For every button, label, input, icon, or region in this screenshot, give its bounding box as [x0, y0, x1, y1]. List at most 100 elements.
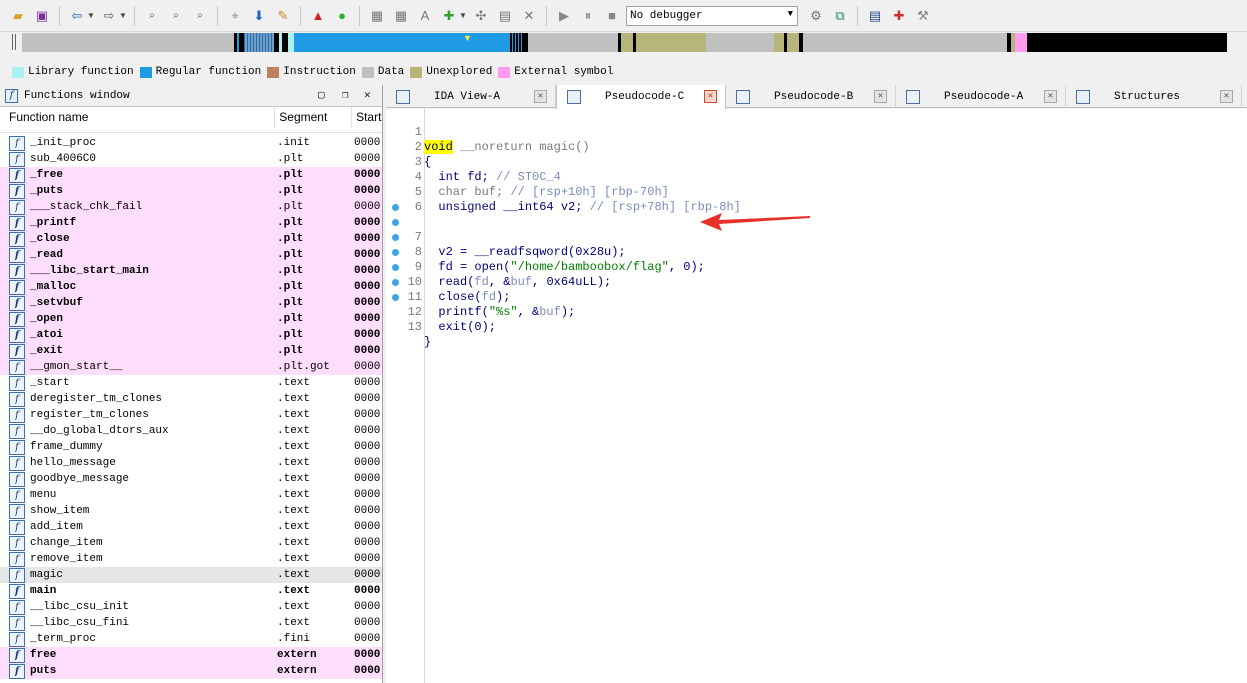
code-line[interactable]: 9 read(fd, &buf, 0x64uLL); — [386, 230, 1247, 289]
function-row[interactable]: f ___stack_chk_fail .plt 0000 — [0, 199, 382, 215]
code-line[interactable]: 13 } — [386, 290, 1247, 349]
pseudocode-view[interactable]: 1 void __noreturn magic() 2 { 3 int fd; … — [386, 109, 1247, 683]
patch-icon[interactable]: ✎ — [273, 6, 293, 26]
column-header-start[interactable]: Start — [352, 106, 382, 128]
make-code-icon[interactable]: ▦ — [367, 6, 387, 26]
close-icon[interactable]: ✕ — [364, 88, 371, 102]
debugger-select[interactable]: No debugger ▼ — [626, 5, 798, 26]
function-row[interactable]: f __libc_csu_fini .text 0000 — [0, 615, 382, 631]
color-icon[interactable]: ✚ — [889, 6, 909, 26]
make-string-icon[interactable]: A — [415, 6, 435, 26]
breakpoint-dot-icon[interactable] — [392, 294, 399, 301]
code-line[interactable]: 6 — [386, 185, 1247, 214]
function-row[interactable]: f goodbye_message .text 0000 — [0, 471, 382, 487]
jump-icon[interactable]: ⬇ — [249, 6, 269, 26]
attach-icon[interactable]: ⚙ — [806, 6, 826, 26]
undefine-icon[interactable]: ▤ — [495, 6, 515, 26]
forward-icon[interactable]: ⇨ — [99, 6, 119, 26]
nav-grip[interactable] — [12, 34, 18, 50]
function-row[interactable]: f __do_global_dtors_aux .text 0000 — [0, 423, 382, 439]
code-string[interactable]: "%s" — [489, 305, 518, 319]
close-tab-icon[interactable]: ✕ — [1220, 90, 1233, 103]
breakpoint-dot-icon[interactable] — [392, 249, 399, 256]
make-struct-icon[interactable]: ✚ — [439, 6, 459, 26]
function-row[interactable]: f deregister_tm_clones .text 0000 — [0, 391, 382, 407]
breakpoint-dot-icon[interactable] — [392, 264, 399, 271]
float-window-icon[interactable]: ▢ — [318, 88, 325, 102]
restore-window-icon[interactable]: ❐ — [342, 88, 349, 102]
tab-pseudocode-b[interactable]: Pseudocode-B ✕ — [726, 85, 896, 108]
tab-pseudocode-c[interactable]: Pseudocode-C ✕ — [556, 85, 726, 109]
function-row[interactable]: f magic .text 0000 — [0, 567, 382, 583]
tab-ida-view-a[interactable]: IDA View-A ✕ — [386, 85, 556, 108]
breakpoint-dot-icon[interactable] — [392, 204, 399, 211]
tab-pseudocode-a[interactable]: Pseudocode-A ✕ — [896, 85, 1066, 108]
function-row[interactable]: f frame_dummy .text 0000 — [0, 439, 382, 455]
function-row[interactable]: f sub_4006C0 .plt 0000 — [0, 151, 382, 167]
function-row[interactable]: f _setvbuf .plt 0000 — [0, 295, 382, 311]
function-row[interactable]: f hello_message .text 0000 — [0, 455, 382, 471]
code-line[interactable]: 8 fd = open("/home/bamboobox/flag", 0); — [386, 215, 1247, 274]
code-line[interactable]: 7 v2 = __readfsqword(0x28u); — [386, 200, 1247, 259]
close-tab-icon[interactable]: ✕ — [534, 90, 547, 103]
code-line[interactable]: 5 unsigned __int64 v2; // [rsp+78h] [rbp… — [386, 170, 1247, 214]
breakpoint-dot-icon[interactable] — [392, 279, 399, 286]
code-line[interactable]: 2 { — [386, 125, 1247, 169]
column-header-segment[interactable]: Segment — [275, 106, 353, 128]
navigation-strip[interactable] — [22, 33, 1247, 52]
function-row[interactable]: f main .text 0000 — [0, 583, 382, 599]
function-row[interactable]: f menu .text 0000 — [0, 487, 382, 503]
function-row[interactable]: f ___libc_start_main .plt 0000 — [0, 263, 382, 279]
open-folder-icon[interactable]: ▰ — [8, 6, 28, 26]
function-row[interactable]: f _read .plt 0000 — [0, 247, 382, 263]
close-tab-icon[interactable]: ✕ — [874, 90, 887, 103]
chevron-down-icon[interactable]: ▼ — [87, 11, 97, 20]
search-text-icon[interactable]: ⌕ — [166, 6, 186, 26]
function-row[interactable]: f puts extern 0000 — [0, 663, 382, 679]
search-imm-icon[interactable]: ⌕ — [190, 6, 210, 26]
function-row[interactable]: f _open .plt 0000 — [0, 311, 382, 327]
settings-icon[interactable]: ⚒ — [913, 6, 933, 26]
code-line[interactable]: 10 close(fd); — [386, 245, 1247, 304]
search-bin-icon[interactable]: ⌕ — [142, 6, 162, 26]
play-icon[interactable]: ▶ — [554, 6, 574, 26]
close-tab-icon[interactable]: ✕ — [1044, 90, 1057, 103]
function-row[interactable]: f _close .plt 0000 — [0, 231, 382, 247]
navigation-band[interactable]: ▼ — [0, 32, 1247, 54]
code-text[interactable]: exit(0); — [424, 320, 496, 335]
hide-icon[interactable]: ✣ — [471, 6, 491, 26]
chevron-down-icon[interactable]: ▼ — [119, 11, 129, 20]
code-text[interactable]: } — [424, 335, 431, 350]
function-row[interactable]: f register_tm_clones .text 0000 — [0, 407, 382, 423]
function-row[interactable]: f show_item .text 0000 — [0, 503, 382, 519]
column-header-function-name[interactable]: Function name — [0, 106, 276, 128]
close-x-icon[interactable]: ✕ — [519, 6, 539, 26]
chevron-down-icon[interactable]: ▼ — [459, 11, 469, 20]
code-line[interactable]: 11 printf("%s", &buf); — [386, 260, 1247, 319]
function-row[interactable]: f __libc_csu_init .text 0000 — [0, 599, 382, 615]
graph-icon[interactable]: ▤ — [865, 6, 885, 26]
make-data-icon[interactable]: ▦ — [391, 6, 411, 26]
code-line[interactable]: 3 int fd; // ST0C_4 — [386, 140, 1247, 184]
code-line[interactable]: 1 void __noreturn magic() — [386, 110, 1247, 154]
tab-structures[interactable]: Structures ✕ — [1066, 85, 1242, 108]
run-icon[interactable]: ● — [332, 6, 352, 26]
breakpoint-dot-icon[interactable] — [392, 234, 399, 241]
function-row[interactable]: f add_item .text 0000 — [0, 519, 382, 535]
pause-icon[interactable]: ⏸ — [578, 6, 598, 26]
function-row[interactable]: f _printf .plt 0000 — [0, 215, 382, 231]
save-icon[interactable]: ▣ — [32, 6, 52, 26]
code-text[interactable]: , & — [518, 305, 540, 319]
function-row[interactable]: f _init_proc .init 0000 — [0, 135, 382, 151]
code-text[interactable]: ); — [561, 305, 575, 319]
function-row[interactable]: f _malloc .plt 0000 — [0, 279, 382, 295]
warning-icon[interactable]: ▲ — [308, 6, 328, 26]
code-text[interactable]: printf( — [424, 305, 488, 319]
function-row[interactable]: f _puts .plt 0000 — [0, 183, 382, 199]
close-tab-icon[interactable]: ✕ — [704, 90, 717, 103]
function-row[interactable]: f free extern 0000 — [0, 647, 382, 663]
breakpoint-dot-icon[interactable] — [392, 219, 399, 226]
code-variable[interactable]: buf — [539, 305, 561, 319]
function-row[interactable]: f _atoi .plt 0000 — [0, 327, 382, 343]
back-icon[interactable]: ⇦ — [67, 6, 87, 26]
